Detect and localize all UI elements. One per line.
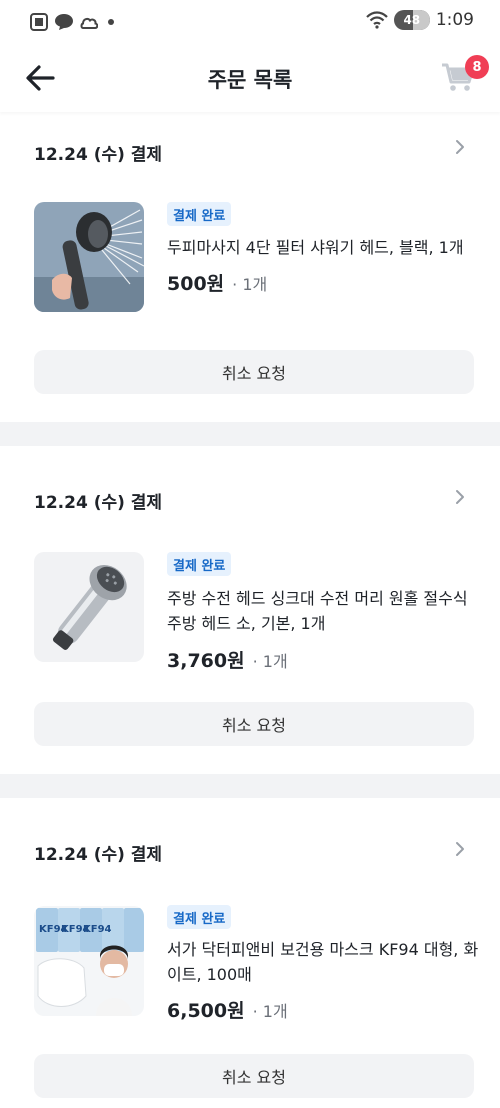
- kf94-mask-image: KF94 KF94 KF94: [34, 906, 144, 1016]
- status-badge: 결제 완료: [167, 905, 232, 929]
- price-line: 500원 · 1개: [167, 269, 267, 296]
- order-date: 12.24 (수) 결제: [34, 145, 163, 165]
- price-line: 6,500원 · 1개: [167, 996, 288, 1023]
- chevron-right-icon[interactable]: [452, 489, 468, 505]
- app-header: 주문 목록: [0, 46, 500, 112]
- product-quantity: · 1개: [252, 1002, 288, 1021]
- status-time: 1:09: [435, 10, 474, 30]
- order-card: 12.24 (수) 결제 KF94 KF94 KF94 결제 완료 서가 닥터피…: [0, 798, 500, 1108]
- kf94-print-3: KF94: [83, 924, 112, 935]
- order-card: 12.24 (수) 결제 결제 완료 두피마사지 4단 필터 샤워기 헤드, 블…: [0, 112, 500, 422]
- product-thumbnail[interactable]: [34, 202, 144, 312]
- chevron-right-icon[interactable]: [452, 139, 468, 155]
- product-price: 3,760원: [167, 650, 245, 672]
- wifi-icon: [366, 11, 388, 29]
- faucet-head-image: [34, 552, 144, 662]
- screenshot-icon: [30, 13, 48, 31]
- battery-icon: 48: [393, 10, 430, 30]
- status-badge: 결제 완료: [167, 202, 232, 226]
- chevron-right-icon[interactable]: [452, 841, 468, 857]
- notification-dot-icon: [108, 19, 114, 25]
- product-quantity: · 1개: [232, 275, 268, 294]
- product-name[interactable]: 두피마사지 4단 필터 샤워기 헤드, 블랙, 1개: [167, 235, 479, 260]
- order-date: 12.24 (수) 결제: [34, 493, 163, 513]
- status-bar: 48 1:09: [0, 0, 500, 46]
- product-name[interactable]: 서가 닥터피앤비 보건용 마스크 KF94 대형, 화이트, 100매: [167, 937, 479, 987]
- product-price: 500원: [167, 273, 225, 295]
- chat-bubble-icon: [55, 14, 73, 30]
- product-quantity: · 1개: [252, 652, 288, 671]
- product-thumbnail[interactable]: [34, 552, 144, 662]
- cancel-request-button[interactable]: 취소 요청: [34, 702, 474, 746]
- section-divider: [0, 774, 500, 798]
- battery-percent: 48: [403, 13, 421, 27]
- status-badge: 결제 완료: [167, 552, 232, 576]
- cancel-request-button[interactable]: 취소 요청: [34, 350, 474, 394]
- price-line: 3,760원 · 1개: [167, 646, 288, 673]
- order-card: 12.24 (수) 결제 결제 완료 주방 수전 헤드 싱크대 수전 머리 원홀…: [0, 446, 500, 774]
- product-price: 6,500원: [167, 1000, 245, 1022]
- cart-count-badge: 8: [465, 55, 489, 79]
- product-thumbnail[interactable]: KF94 KF94 KF94: [34, 906, 144, 1016]
- product-name[interactable]: 주방 수전 헤드 싱크대 수전 머리 원홀 절수식 주방 헤드 소, 기본, 1…: [167, 586, 479, 636]
- cancel-request-button[interactable]: 취소 요청: [34, 1054, 474, 1098]
- shower-head-image: [34, 202, 144, 312]
- order-date: 12.24 (수) 결제: [34, 845, 163, 865]
- section-divider: [0, 422, 500, 446]
- page-title: 주문 목록: [207, 68, 293, 92]
- cloud-icon: [80, 17, 98, 29]
